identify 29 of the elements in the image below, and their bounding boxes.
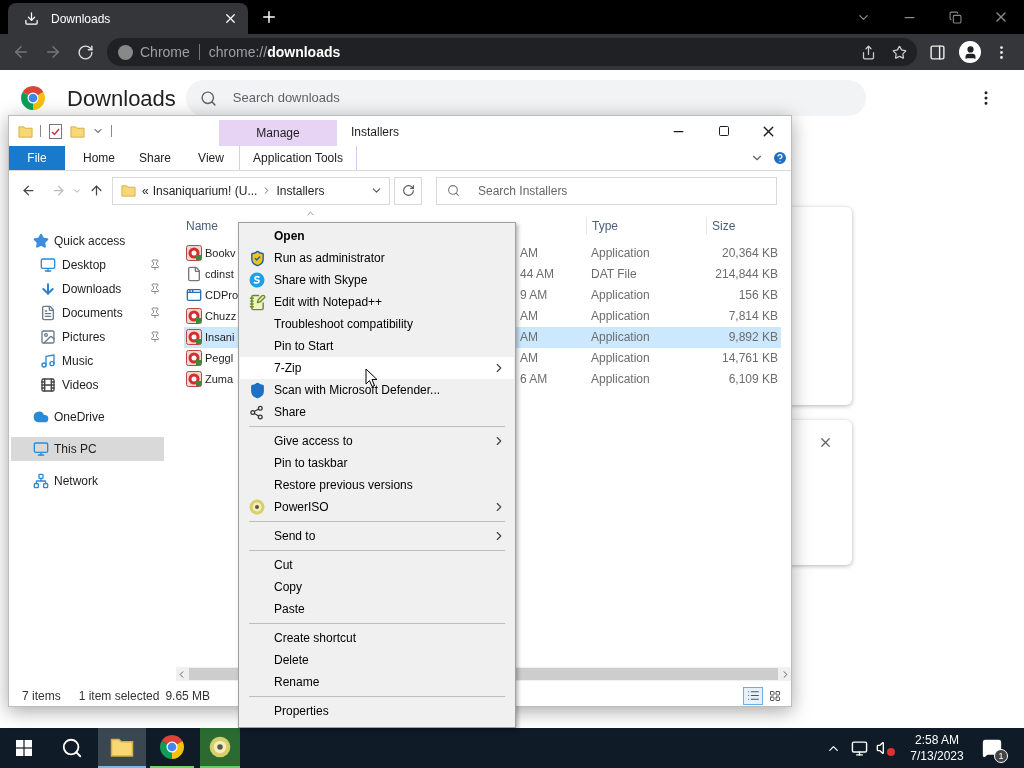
size-cell-text: 14,761 KB [720,350,779,368]
size-cell-text: 7,814 KB [727,308,779,326]
size-cell-text: 156 KB [737,287,779,305]
date-cell-text: 6 AM [520,371,549,389]
type-cell-text: Application [590,350,651,368]
selection-info: 1 item selected [78,687,160,705]
site-label: Chrome [140,42,190,62]
page-title: Downloads [67,84,176,113]
date-cell-text: 44 AM [520,266,556,284]
type-cell-text: Application [590,245,651,263]
type-cell-text: DAT File [590,266,638,284]
item-count: 7 items [22,687,61,705]
size-cell: 9,892 KB [706,326,781,348]
window-title: Installers [351,124,400,141]
notification-count: 1 [994,749,1008,763]
type-cell-text: Application [590,308,651,326]
selection-size: 9.65 MB [165,687,211,705]
date-cell: AM [520,326,586,348]
size-cell-text: 214,844 KB [714,266,779,284]
date-cell-text: 9 AM [520,287,549,305]
type-cell-text: Application [590,371,651,389]
type-cell-text: Application [590,287,651,305]
date-cell-text: AM [520,350,539,368]
type-cell: Application [586,326,706,348]
size-cell-text: 20,364 KB [720,245,779,263]
date-cell-text: AM [520,308,539,326]
date-cell-text: AM [520,245,539,263]
size-cell-text: 6,109 KB [727,371,779,389]
url-text: chrome://downloads [208,42,341,62]
